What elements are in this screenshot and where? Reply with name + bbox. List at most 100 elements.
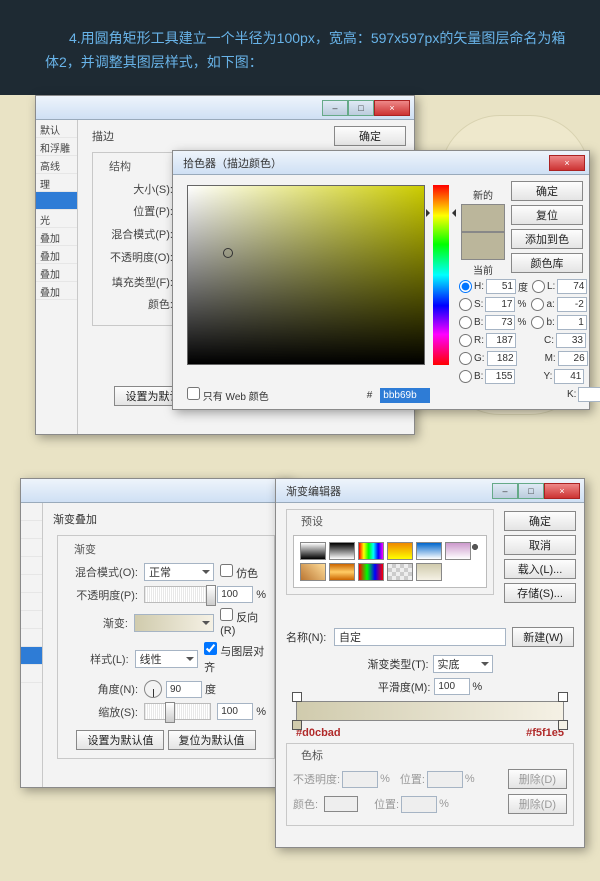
preset-swatch[interactable] xyxy=(387,542,413,560)
preset-swatch[interactable] xyxy=(358,542,384,560)
r-input[interactable]: 187 xyxy=(486,333,516,348)
l-input[interactable]: 74 xyxy=(557,279,587,294)
close-button[interactable]: × xyxy=(544,483,580,499)
preset-swatch[interactable] xyxy=(300,542,326,560)
color-field[interactable] xyxy=(187,185,425,365)
preset-swatch[interactable] xyxy=(300,563,326,581)
color-stop-left[interactable] xyxy=(292,720,302,730)
delete-stop-button: 删除(D) xyxy=(508,794,567,814)
side-item[interactable]: 光 xyxy=(36,210,77,228)
close-button[interactable]: × xyxy=(374,100,410,116)
ok-button[interactable]: 确定 xyxy=(504,511,576,531)
side-item[interactable]: 理 xyxy=(36,174,77,192)
h-input[interactable]: 51 xyxy=(486,279,516,294)
new-button[interactable]: 新建(W) xyxy=(512,627,574,647)
side-item[interactable]: 默认 xyxy=(36,120,77,138)
cancel-button[interactable]: 取消 xyxy=(504,535,576,555)
b-input[interactable]: 73 xyxy=(485,315,515,330)
opacity-input[interactable]: 100 xyxy=(217,586,253,603)
angle-dial[interactable] xyxy=(144,680,162,698)
preset-swatch[interactable] xyxy=(358,563,384,581)
web-only-checkbox[interactable]: 只有 Web 颜色 xyxy=(187,387,269,403)
b2-input[interactable]: 1 xyxy=(557,315,587,330)
preset-swatch[interactable] xyxy=(416,563,442,581)
reverse-checkbox[interactable]: 反向(R) xyxy=(220,608,266,637)
color-cursor-icon xyxy=(223,248,233,258)
b2-radio[interactable] xyxy=(531,316,544,329)
load-button[interactable]: 载入(L)... xyxy=(504,559,576,579)
titlebar[interactable]: – □ × xyxy=(36,96,414,120)
gradient-picker[interactable] xyxy=(134,614,214,632)
g-radio[interactable] xyxy=(459,352,472,365)
blend-select[interactable]: 正常 xyxy=(144,563,214,581)
side-item[interactable]: 叠加 xyxy=(36,228,77,246)
set-default-button[interactable]: 设置为默认值 xyxy=(76,730,164,750)
hue-slider[interactable] xyxy=(433,185,449,365)
min-button[interactable]: – xyxy=(322,100,348,116)
preset-swatch[interactable] xyxy=(416,542,442,560)
h-radio[interactable] xyxy=(459,280,472,293)
titlebar[interactable]: 拾色器（描边颜色） × xyxy=(173,151,589,175)
side-item-stroke[interactable] xyxy=(36,192,77,210)
side-item[interactable]: 和浮雕 xyxy=(36,138,77,156)
style-select[interactable]: 线性 xyxy=(135,650,199,668)
dither-checkbox[interactable]: 仿色 xyxy=(220,564,258,581)
color-lib-button[interactable]: 颜色库 xyxy=(511,253,583,273)
y-input[interactable]: 41 xyxy=(554,369,584,384)
scale-slider[interactable] xyxy=(144,703,211,720)
preset-swatch[interactable] xyxy=(387,563,413,581)
reset-default-button[interactable]: 复位为默认值 xyxy=(168,730,256,750)
bch-radio[interactable] xyxy=(459,370,472,383)
titlebar[interactable]: 渐变编辑器 – □ × xyxy=(276,479,584,503)
type-select[interactable]: 实底 xyxy=(433,655,493,673)
b-radio[interactable] xyxy=(459,316,472,329)
ok-button[interactable]: 确定 xyxy=(334,126,406,146)
ok-button[interactable]: 确定 xyxy=(511,181,583,201)
max-button[interactable]: □ xyxy=(518,483,544,499)
current-swatch xyxy=(461,232,505,260)
opacity-stop-right[interactable] xyxy=(558,692,568,702)
opacity-slider[interactable] xyxy=(144,586,211,603)
presets-label: 预设 xyxy=(297,513,327,529)
section-title: 渐变叠加 xyxy=(53,511,283,527)
hex-input[interactable]: bbb69b xyxy=(380,388,430,403)
name-input[interactable]: 自定 xyxy=(334,628,506,646)
bch-input[interactable]: 155 xyxy=(485,369,515,384)
color-values: H:51度 L:74 S:17% a:-2 B:73% b:1 R:187 C:… xyxy=(459,279,600,405)
min-button[interactable]: – xyxy=(492,483,518,499)
stop-opacity-input xyxy=(342,771,378,788)
l-radio[interactable] xyxy=(532,280,545,293)
k-input[interactable]: 0 xyxy=(578,387,600,402)
s-radio[interactable] xyxy=(459,298,472,311)
preset-swatch[interactable] xyxy=(329,542,355,560)
color-picker-dialog: 拾色器（描边颜色） × 新的 当前 确定 复位 添加到色 颜色库 H:51度 L… xyxy=(172,150,590,410)
titlebar[interactable] xyxy=(21,479,289,503)
gear-icon[interactable] xyxy=(468,540,482,554)
s-input[interactable]: 17 xyxy=(485,297,515,312)
preset-swatch[interactable] xyxy=(329,563,355,581)
g-input[interactable]: 182 xyxy=(487,351,517,366)
save-button[interactable]: 存储(S)... xyxy=(504,583,576,603)
a-input[interactable]: -2 xyxy=(557,297,587,312)
align-checkbox[interactable]: 与图层对齐 xyxy=(204,642,266,675)
a-radio[interactable] xyxy=(531,298,544,311)
scale-input[interactable]: 100 xyxy=(217,703,253,720)
max-button[interactable]: □ xyxy=(348,100,374,116)
color-stop-right[interactable] xyxy=(558,720,568,730)
reset-button[interactable]: 复位 xyxy=(511,205,583,225)
c-input[interactable]: 33 xyxy=(556,333,586,348)
side-item[interactable]: 高线 xyxy=(36,156,77,174)
close-button[interactable]: × xyxy=(549,155,585,171)
side-item[interactable]: 叠加 xyxy=(36,246,77,264)
add-swatch-button[interactable]: 添加到色 xyxy=(511,229,583,249)
smooth-input[interactable]: 100 xyxy=(434,678,470,695)
side-item[interactable]: 叠加 xyxy=(36,264,77,282)
r-radio[interactable] xyxy=(459,334,472,347)
m-input[interactable]: 26 xyxy=(558,351,588,366)
angle-input[interactable]: 90 xyxy=(166,681,202,698)
presets-grid xyxy=(293,535,487,588)
opacity-stop-left[interactable] xyxy=(292,692,302,702)
blend-label: 混合模式(P): xyxy=(101,226,173,242)
gradient-bar[interactable] xyxy=(296,701,564,721)
side-item[interactable]: 叠加 xyxy=(36,282,77,300)
